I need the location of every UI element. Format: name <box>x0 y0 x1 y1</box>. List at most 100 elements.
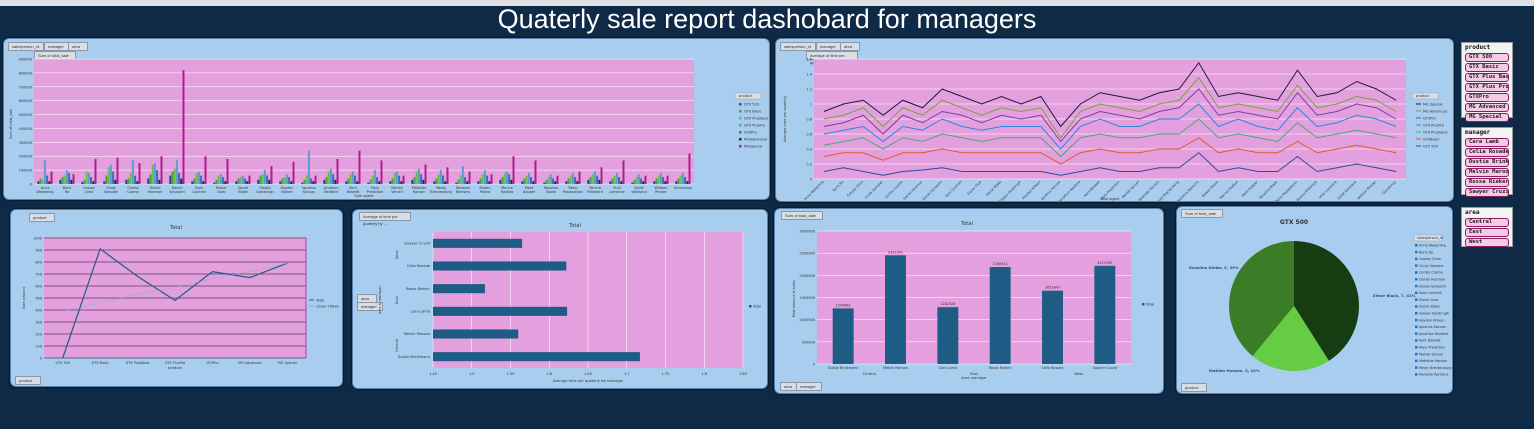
x-axis-label: Average time per quaterly for manager <box>553 379 624 383</box>
bar <box>688 153 691 184</box>
bar <box>283 177 286 184</box>
x-tick-label: GTX PlusPro <box>165 361 185 365</box>
bar <box>116 157 119 184</box>
x-tick-label: Ra <box>65 190 69 194</box>
legend-label: Mariah Vercell <box>1419 352 1443 356</box>
avg-time-by-agent-chart: 0 0.2 0.4 0.6 0.8 1 1.2 1.4 1.6 Average time per … <box>783 58 1448 202</box>
bar <box>147 178 150 184</box>
y-tick-label: 300000 <box>19 141 32 145</box>
x-tick-label: GTXPro <box>206 361 218 365</box>
y-tick-label: Cara Lamb <box>410 309 430 313</box>
x-tick-label: Boris Ra <box>832 180 844 192</box>
bar <box>433 352 640 362</box>
x-tick-label: Verena Pilliehard <box>1296 180 1318 201</box>
slicer-item-mg-special[interactable]: MG Special <box>1465 113 1509 122</box>
x-tick-label: Hayden Killeen <box>1021 180 1041 200</box>
group-label: West <box>395 250 399 259</box>
y-tick-label: 0 <box>813 363 815 367</box>
legend-label: Anna Weberling <box>1419 244 1446 248</box>
data-label: 2213769 <box>1097 261 1112 265</box>
bar <box>499 179 502 184</box>
x-tick-label: Cosme <box>127 190 139 194</box>
legend-label: Ignatius Kacvas <box>1419 325 1446 329</box>
chart-title: Total <box>960 221 973 227</box>
y-tick-label: 700000 <box>19 85 32 89</box>
slicer-item-celia-rosade[interactable]: Celia Rosade <box>1465 148 1509 157</box>
bar <box>525 175 528 184</box>
slicer-item-melvin-maroon[interactable]: Melvin Maroon <box>1465 168 1509 177</box>
slicer-item-gtx-plus-basic[interactable]: GTX Plus Basic <box>1465 73 1509 82</box>
bar <box>371 175 374 184</box>
bar <box>182 70 185 184</box>
bar <box>490 174 493 184</box>
slicer-item-gtx-plus-pro[interactable]: GTX Plus Pro <box>1465 83 1509 92</box>
bar <box>532 181 535 184</box>
x-tick-label: Nanaine Ramsins <box>1176 180 1199 201</box>
bar <box>323 179 326 184</box>
bar <box>589 177 592 184</box>
bar <box>437 174 440 184</box>
chart-title: Total <box>568 223 581 229</box>
bar <box>543 182 546 184</box>
bar <box>571 172 574 184</box>
bar <box>512 156 515 184</box>
x-tick-label: Darrel Blake <box>985 180 1002 197</box>
bar <box>312 181 315 184</box>
x-axis-label: Sale agent <box>1100 197 1120 201</box>
slicer-item-gtx-500[interactable]: GTX 500 <box>1465 53 1509 62</box>
slicer-item-east[interactable]: East <box>1465 228 1509 237</box>
bar <box>885 255 906 364</box>
bar <box>158 179 161 184</box>
x-tick-label: Cockrell <box>192 190 206 194</box>
slicer-item-rossa-riekerl[interactable]: Rossa Riekerl <box>1465 178 1509 187</box>
bar <box>345 181 348 184</box>
y-tick-label: 1000000 <box>799 318 815 322</box>
slicer-item-gtxpro[interactable]: GTXPro <box>1465 93 1509 102</box>
slicer-item-sawyer-cruzid[interactable]: Sawyer Cruzid <box>1465 188 1509 197</box>
x-tick-label: Bedford <box>324 190 337 194</box>
legend-label: Mealy Breckenburg <box>1419 366 1452 370</box>
slicer-item-central[interactable]: Central <box>1465 218 1509 227</box>
slicer-item-gtx-basic[interactable]: GTX Basic <box>1465 63 1509 72</box>
y-tick-label: 0.4 <box>806 148 812 152</box>
manager-slicer: manager Cara Lamb Celia Rosade Dustie Br… <box>1461 127 1513 197</box>
legend-label: Boris Ra <box>1419 250 1433 254</box>
page-title: Quaterly sale report dashobard for manag… <box>497 4 1037 34</box>
bar <box>68 172 71 184</box>
y-tick-label: 500000 <box>19 113 32 117</box>
x-tick-label: Killeen <box>281 190 292 194</box>
x-tick-label: GTX PlusBasic <box>126 361 150 365</box>
legend-label: MG Advanced <box>1423 110 1447 114</box>
bar <box>301 182 304 184</box>
slicer-item-mg-advanced[interactable]: MG Advanced <box>1465 103 1509 112</box>
bar <box>937 307 959 364</box>
slicer-item-west[interactable]: West <box>1465 238 1509 247</box>
legend-label: MGAdvanced <box>744 138 767 142</box>
y-tick-label: Sawyer Cruzid <box>404 241 430 245</box>
y-tick-label: 0 <box>30 183 32 187</box>
bar <box>655 178 658 184</box>
y-tick-label: 0.2 <box>806 163 812 167</box>
x-tick-label: Kacvas <box>303 190 315 194</box>
x-tick-label: Paseo <box>480 190 490 194</box>
bar <box>288 177 291 184</box>
bar <box>435 178 438 184</box>
bar <box>618 177 621 184</box>
bar <box>479 178 482 184</box>
legend-swatch <box>1415 352 1418 356</box>
y-tick-label: 1500000 <box>799 296 815 300</box>
x-tick-label: Lamence <box>609 190 624 194</box>
bar <box>292 161 295 184</box>
avg-time-by-manager-chart: Total 1.45 1.5 1.55 1.6 1.65 1.7 1.75 1.8 1.85 Saw… <box>378 223 761 383</box>
y-tick-label: 1.4 <box>806 73 812 77</box>
bar <box>567 178 570 184</box>
legend-label: Darrel Blake <box>1419 305 1440 309</box>
bar <box>380 160 383 184</box>
slicer-item-cara-lamb[interactable]: Cara Lamb <box>1465 138 1509 147</box>
y-tick-label: 0.8 <box>806 118 812 122</box>
y-tick-label: 500 <box>35 297 42 301</box>
slicer-item-dustie[interactable]: Dustie Brinkm... <box>1465 158 1509 167</box>
bar <box>92 181 95 184</box>
bar <box>226 159 229 184</box>
bar <box>125 179 128 184</box>
